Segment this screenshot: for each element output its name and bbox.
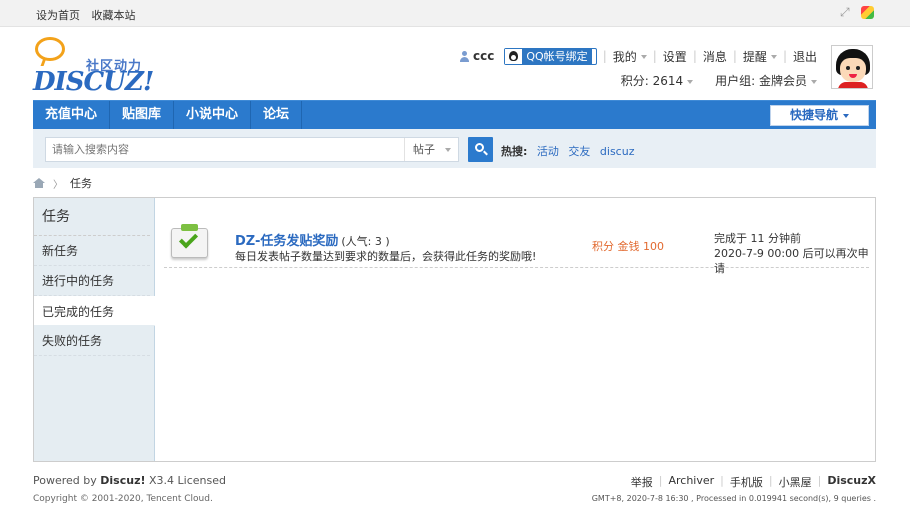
nav-item-recharge[interactable]: 充值中心 xyxy=(33,101,111,130)
nav-item-gallery[interactable]: 贴图库 xyxy=(110,101,175,130)
chevron-down-icon xyxy=(445,148,451,152)
menu-logout[interactable]: 退出 xyxy=(793,48,817,65)
sidebar-title: 任务 xyxy=(34,198,150,236)
bookmark-link[interactable]: 收藏本站 xyxy=(92,9,136,22)
hot-search-label: 热搜: xyxy=(501,145,528,158)
task-popularity: (人气: 3 ) xyxy=(341,235,390,248)
sidebar-item-failed[interactable]: 失败的任务 xyxy=(34,326,150,356)
footer-link-report[interactable]: 举报 xyxy=(631,474,653,490)
menu-notify[interactable]: 提醒 xyxy=(743,48,777,65)
logo-bubble-icon xyxy=(35,37,65,61)
qq-penguin-icon xyxy=(505,48,523,64)
footer-stats: GMT+8, 2020-7-8 16:30 , Processed in 0.0… xyxy=(591,494,876,503)
top-links: 设为首页 收藏本站 xyxy=(36,7,144,23)
search-input[interactable] xyxy=(46,138,401,161)
task-panel: 任务 新任务 进行中的任务 已完成的任务 失败的任务 DZ-任务发贴奖励 (人气:… xyxy=(33,197,876,462)
chevron-down-icon xyxy=(770,55,777,59)
footer-link-blackroom[interactable]: 小黑屋 xyxy=(779,474,812,490)
sidebar-item-in-progress[interactable]: 进行中的任务 xyxy=(34,266,150,296)
hot-term[interactable]: 交友 xyxy=(568,145,590,158)
search-type-select[interactable]: 帖子 xyxy=(404,138,458,161)
logo-wordmark: DISCUZ! xyxy=(33,67,154,97)
footer-links: 举报 | Archiver | 手机版 | 小黑屋 | DiscuzX xyxy=(630,474,876,490)
set-home-link[interactable]: 设为首页 xyxy=(36,9,80,22)
color-scheme-icon[interactable] xyxy=(861,6,874,19)
hot-term[interactable]: discuz xyxy=(600,145,635,158)
footer-copyright: Copyright © 2001-2020, Tencent Cloud. xyxy=(33,494,213,504)
home-icon[interactable] xyxy=(33,178,45,188)
search-button[interactable] xyxy=(468,137,493,162)
main-nav: 充值中心 贴图库 小说中心 论坛 快捷导航 xyxy=(33,100,876,130)
site-logo[interactable]: 社区动力 DISCUZ! xyxy=(33,37,163,97)
menu-settings[interactable]: 设置 xyxy=(663,48,687,65)
task-row: DZ-任务发贴奖励 (人气: 3 ) 每日发表帖子数量达到要求的数量后，会获得此任… xyxy=(164,216,869,275)
clipboard-check-icon[interactable] xyxy=(171,224,208,258)
points-menu[interactable]: 积分: 2614 xyxy=(621,72,694,89)
top-bar: 设为首页 收藏本站 ⤢ xyxy=(0,0,910,27)
sidebar-item-new[interactable]: 新任务 xyxy=(34,236,150,266)
avatar[interactable] xyxy=(831,45,873,89)
search-box: 帖子 xyxy=(45,137,459,162)
footer-link-archiver[interactable]: Archiver xyxy=(668,474,714,490)
task-title: DZ-任务发贴奖励 (人气: 3 ) xyxy=(235,230,390,249)
sidebar: 任务 新任务 进行中的任务 已完成的任务 失败的任务 xyxy=(34,198,155,461)
user-bar: ccc QQ帐号绑定 | 我的 | 设置 | 消息 | 提醒 | 退出 xyxy=(459,47,817,65)
task-completed-time: 完成于 11 分钟前 xyxy=(714,232,801,245)
menu-my[interactable]: 我的 xyxy=(613,48,647,65)
chevron-down-icon xyxy=(687,79,694,84)
footer-link-discuzx[interactable]: DiscuzX xyxy=(827,474,876,490)
chevron-down-icon xyxy=(640,55,647,59)
qq-bind-label: QQ帐号绑定 xyxy=(522,48,592,64)
menu-messages[interactable]: 消息 xyxy=(703,48,727,65)
usergroup-menu[interactable]: 用户组: 金牌会员 xyxy=(715,72,817,89)
footer-powered: Powered by Discuz! X3.4 Licensed xyxy=(33,474,226,487)
breadcrumb: 〉 任务 xyxy=(33,175,92,191)
task-description: 每日发表帖子数量达到要求的数量后，会获得此任务的奖励哦! xyxy=(235,250,537,263)
breadcrumb-current[interactable]: 任务 xyxy=(70,175,92,191)
search-bar: 帖子 热搜: 活动 交友 discuz xyxy=(33,129,876,168)
footer-brand-link[interactable]: Discuz! xyxy=(100,474,145,487)
nav-item-forum[interactable]: 论坛 xyxy=(251,101,303,130)
task-reapply-time: 2020-7-9 00:00 后可以再次申请 xyxy=(714,247,869,275)
quick-nav-button[interactable]: 快捷导航 xyxy=(770,105,869,126)
user-stats: 积分: 2614 用户组: 金牌会员 xyxy=(621,72,817,89)
breadcrumb-separator-icon: 〉 xyxy=(53,179,63,191)
top-icons: ⤢ xyxy=(840,6,874,19)
task-reward: 积分 金钱 100 xyxy=(592,240,664,253)
qq-bind-button[interactable]: QQ帐号绑定 xyxy=(504,47,597,65)
chevron-down-icon xyxy=(843,113,849,118)
task-name-link[interactable]: DZ-任务发贴奖励 xyxy=(235,234,338,249)
chevron-down-icon xyxy=(811,79,817,84)
task-status: 完成于 11 分钟前 2020-7-9 00:00 后可以再次申请 xyxy=(714,231,869,276)
hot-term[interactable]: 活动 xyxy=(537,145,559,158)
username-link[interactable]: ccc xyxy=(473,49,494,63)
expand-icon[interactable]: ⤢ xyxy=(840,6,853,19)
user-icon xyxy=(459,50,470,62)
hot-search: 热搜: 活动 交友 discuz xyxy=(501,143,640,159)
sidebar-item-completed[interactable]: 已完成的任务 xyxy=(34,296,155,326)
footer-link-mobile[interactable]: 手机版 xyxy=(730,474,763,490)
nav-item-novel[interactable]: 小说中心 xyxy=(174,101,252,130)
